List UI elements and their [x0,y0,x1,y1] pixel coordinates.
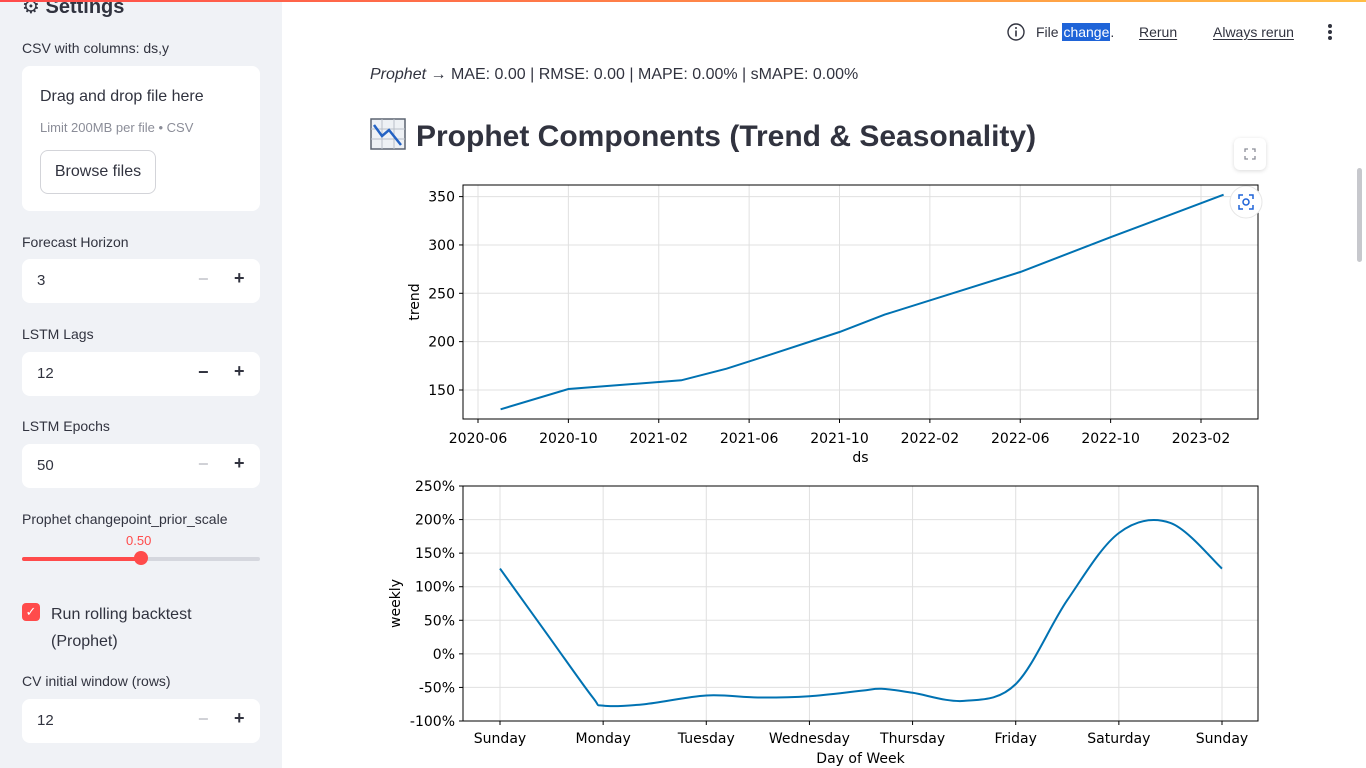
lstm-lags-input[interactable]: 12 − + [22,352,260,396]
x-axis-label: ds [852,450,868,466]
uploader-sub-text: Limit 200MB per file • CSV [40,120,194,135]
x-tick-label: 2023-02 [1172,431,1231,447]
chart-decreasing-icon [370,118,406,150]
page-heading: Prophet Components (Trend & Seasonality) [370,118,1036,154]
x-tick-label: Saturday [1087,731,1150,747]
x-tick-label: Sunday [474,731,526,747]
y-tick-label: 350 [428,190,455,206]
more-options-icon[interactable] [1322,22,1338,42]
increment-button[interactable]: + [234,708,245,729]
weekly-line [499,519,1223,708]
y-axis-label: weekly [388,579,404,628]
page-scrollbar[interactable] [1357,168,1362,262]
y-tick-label: 250 [428,286,455,302]
increment-button[interactable]: + [234,453,245,474]
x-tick-label: 2020-06 [449,431,508,447]
y-tick-label: 300 [428,238,455,254]
metrics-model: Prophet [370,66,427,83]
forecast-horizon-label: Forecast Horizon [22,234,129,250]
y-tick-label: 50% [424,613,455,629]
y-tick-label: -100% [410,714,455,730]
csv-label: CSV with columns: ds,y [22,40,170,56]
info-icon [1007,23,1025,41]
x-tick-label: 2021-10 [810,431,869,447]
x-axis-label: Day of Week [816,751,905,767]
rolling-backtest-label: Run rolling backtest (Prophet) [51,606,192,650]
x-tick-label: Wednesday [769,731,850,747]
plot-frame [462,184,1259,420]
y-tick-label: 200% [415,513,455,529]
uploader-main-text: Drag and drop file here [40,88,204,105]
change-text: change [1062,23,1111,41]
slider-thumb[interactable] [134,551,148,565]
rerun-button[interactable]: Rerun [1139,24,1177,40]
y-axis-label: trend [407,283,423,320]
y-tick-label: 150% [415,546,455,562]
decrement-button[interactable]: − [198,362,209,383]
file-uploader[interactable]: Drag and drop file here Limit 200MB per … [22,66,260,211]
cv-window-input[interactable]: 12 − + [22,699,260,743]
y-tick-label: 150 [428,383,455,399]
lstm-lags-label: LSTM Lags [22,326,94,342]
x-tick-label: 2022-06 [991,431,1050,447]
x-tick-label: Tuesday [677,731,735,747]
file-change-notice: File change. [1036,23,1115,41]
fullscreen-button[interactable] [1234,138,1266,170]
metrics-line: Prophet → MAE: 0.00 | RMSE: 0.00 | MAPE:… [370,66,858,84]
camera-icon[interactable] [1229,185,1263,219]
expand-icon [1244,148,1256,160]
sidebar: ⚙ Settings CSV with columns: ds,y Drag a… [0,2,282,768]
metrics-text: → MAE: 0.00 | RMSE: 0.00 | MAPE: 0.00% |… [426,66,859,83]
decrement-button[interactable]: − [198,709,209,730]
x-tick-label: 2021-06 [720,431,779,447]
x-tick-label: Monday [576,731,631,747]
increment-button[interactable]: + [234,361,245,382]
plot-frame [462,485,1259,722]
forecast-horizon-value: 3 [37,272,46,289]
x-tick-label: Friday [994,731,1036,747]
lstm-epochs-input[interactable]: 50 − + [22,444,260,488]
prophet-components-chart: 2020-06 2020-10 2021-02 2021-06 2021-10 2022-… [388,184,1263,767]
browse-files-button[interactable]: Browse files [40,150,156,194]
changepoint-slider-value: 0.50 [126,533,152,548]
lstm-epochs-label: LSTM Epochs [22,418,110,434]
slider-fill [22,557,141,561]
lstm-lags-value: 12 [37,365,54,382]
changepoint-label: Prophet changepoint_prior_scale [22,511,228,527]
x-tick-label: 2020-10 [539,431,598,447]
y-tick-label: 100% [415,580,455,596]
x-tick-label: Sunday [1196,731,1248,747]
x-tick-label: 2021-02 [630,431,689,447]
cv-window-value: 12 [37,712,54,729]
forecast-horizon-input[interactable]: 3 − + [22,259,260,303]
x-tick-label: 2022-10 [1081,431,1140,447]
increment-button[interactable]: + [234,268,245,289]
trend-line [500,193,1224,411]
y-tick-label: -50% [419,680,455,696]
y-tick-label: 200 [428,335,455,351]
decrement-button[interactable]: − [198,454,209,475]
y-tick-label: 250% [415,479,455,495]
always-rerun-button[interactable]: Always rerun [1213,24,1294,40]
cv-window-label: CV initial window (rows) [22,673,171,689]
sidebar-title: ⚙ Settings [22,2,125,18]
y-tick-label: 0% [433,647,455,663]
rolling-backtest-checkbox[interactable]: ✓ [22,603,40,621]
x-tick-label: Thursday [879,731,945,747]
lstm-epochs-value: 50 [37,457,54,474]
dot-text: . [1110,24,1115,40]
file-text: File [1036,24,1063,40]
x-tick-label: 2022-02 [901,431,960,447]
heading-text: Prophet Components (Trend & Seasonality) [416,120,1037,153]
decrement-button[interactable]: − [198,269,209,290]
